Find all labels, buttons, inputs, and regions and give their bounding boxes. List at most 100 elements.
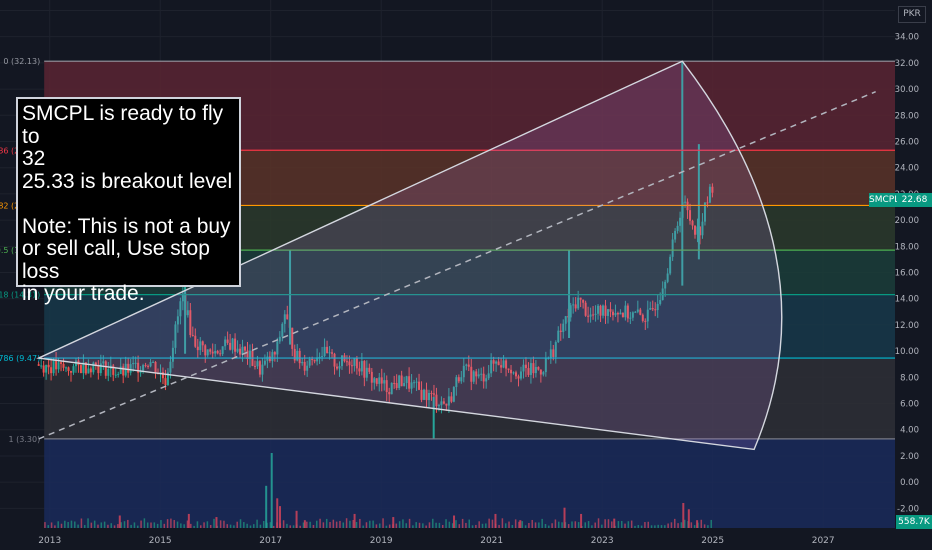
volume-bar — [604, 519, 606, 528]
price-tick: 20.00 — [895, 216, 919, 226]
volume-bar — [272, 525, 275, 528]
volume-bar — [696, 520, 699, 528]
volume-bar — [438, 522, 441, 528]
volume-bar — [567, 524, 570, 528]
volume-bar — [690, 522, 693, 528]
volume-bar — [262, 521, 265, 528]
volume-bar — [74, 521, 76, 528]
currency-badge[interactable]: PKR — [898, 6, 926, 23]
price-tick: 0.00 — [900, 478, 919, 488]
volume-bar — [682, 503, 685, 528]
volume-bar — [196, 521, 199, 528]
volume-bar — [215, 517, 218, 528]
volume-bar — [123, 521, 126, 528]
volume-bar — [657, 524, 659, 528]
volume-bar — [60, 523, 63, 528]
volume-bar — [519, 520, 522, 528]
volume-bar — [415, 522, 417, 528]
volume-bar — [687, 509, 690, 528]
fib-label: 0 (32.13) — [3, 57, 40, 66]
volume-bar — [117, 524, 119, 528]
volume-bar — [617, 521, 620, 528]
volume-bar — [163, 523, 166, 528]
volume-bar — [54, 525, 56, 528]
candle-body — [69, 370, 72, 373]
volume-bar — [561, 522, 563, 528]
price-tick: 6.00 — [900, 400, 919, 410]
volume-bar — [342, 522, 345, 528]
time-tick: 2023 — [591, 536, 614, 546]
volume-bar — [93, 520, 96, 528]
volume-bar — [453, 515, 456, 528]
volume-bar — [521, 521, 524, 528]
volume-bar — [580, 513, 583, 528]
price-tick: -2.00 — [897, 504, 919, 514]
price-axis-bg — [895, 0, 932, 528]
volume-bar — [677, 523, 679, 528]
candle-body — [72, 366, 75, 373]
candle-body — [37, 364, 40, 366]
price-tick: 8.00 — [900, 373, 919, 383]
volume-bar — [601, 524, 603, 528]
volume-bar — [299, 525, 301, 528]
candle-body — [47, 364, 50, 368]
price-tick: 30.00 — [895, 85, 919, 95]
price-axis[interactable]: 34.0032.0030.0028.0026.0024.0022.0020.00… — [895, 0, 932, 528]
volume-bar — [528, 522, 530, 528]
annotation-note[interactable]: SMCPL is ready to fly to 32 25.33 is bre… — [16, 97, 241, 305]
candle-body — [50, 367, 53, 374]
volume-bar — [219, 520, 222, 528]
volume-bar — [312, 525, 315, 528]
candle-body — [60, 362, 63, 364]
candle-body — [57, 362, 60, 370]
volume-bar — [64, 520, 66, 528]
volume-bar — [445, 519, 447, 528]
volume-bar — [156, 523, 159, 528]
volume-bar — [693, 525, 696, 528]
time-tick: 2013 — [38, 536, 61, 546]
volume-bar — [707, 525, 709, 528]
volume-bar — [710, 519, 712, 528]
volume-bar — [249, 525, 252, 528]
volume-bar — [620, 520, 623, 528]
candle-body — [52, 360, 55, 374]
volume-bar — [44, 522, 46, 528]
volume-bar — [465, 522, 467, 528]
volume-bar — [392, 517, 395, 528]
volume-bar — [146, 522, 149, 528]
volume-bar — [680, 522, 683, 528]
candle-body — [89, 368, 92, 373]
volume-bar — [382, 518, 384, 528]
volume-bar — [574, 521, 577, 528]
time-axis[interactable]: 2013 2015 2017 2019 2021 2023 2025 2027 — [0, 528, 932, 550]
volume-bar — [511, 525, 514, 528]
volume-bar — [259, 524, 262, 528]
volume-bar — [703, 524, 706, 528]
volume-bar — [50, 522, 53, 528]
volume-bar — [83, 525, 86, 528]
volume-bar — [107, 524, 109, 528]
volume-bar — [183, 524, 185, 528]
volume-bar — [133, 522, 136, 528]
volume-bar — [335, 521, 338, 528]
volume-bar — [471, 525, 474, 528]
candle-body — [79, 365, 82, 374]
volume-bar — [316, 520, 318, 528]
volume-bar — [398, 521, 401, 528]
volume-bar — [339, 520, 341, 528]
volume-bar — [481, 523, 484, 528]
volume-bar — [278, 506, 281, 528]
volume-bar — [243, 522, 245, 528]
time-tick: 2021 — [480, 536, 503, 546]
volume-bar — [113, 525, 116, 528]
candle-body — [107, 368, 110, 376]
volume-bar — [190, 523, 192, 528]
volume-bar — [405, 523, 408, 528]
volume-bar — [591, 525, 593, 528]
volume-bar — [531, 519, 533, 528]
volume-bar — [667, 523, 669, 528]
volume-bar — [118, 515, 121, 528]
volume-bar — [213, 518, 215, 528]
volume-bar — [563, 507, 566, 528]
volume-bar — [412, 525, 414, 528]
